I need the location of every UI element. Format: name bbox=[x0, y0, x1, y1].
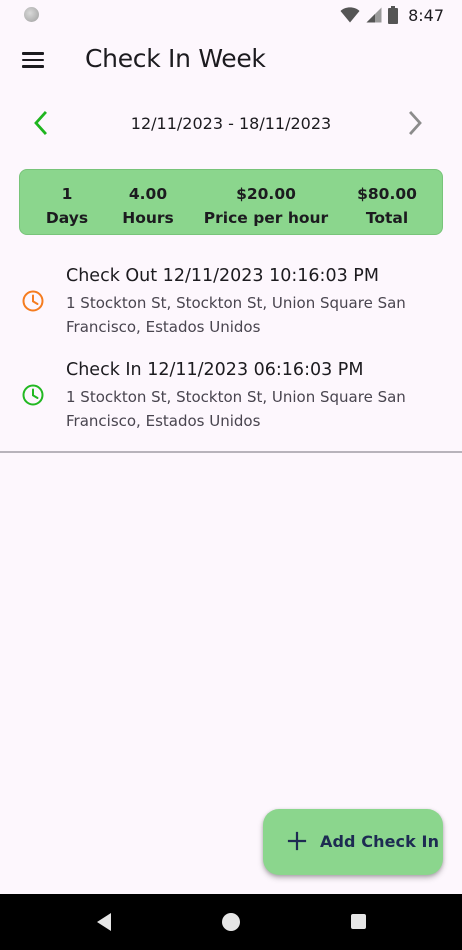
list-divider bbox=[0, 451, 462, 453]
battery-icon bbox=[388, 6, 399, 24]
system-navigation-bar bbox=[0, 894, 462, 950]
hours-stat: 4.00 Hours bbox=[122, 182, 174, 230]
price-value: $20.00 bbox=[236, 185, 296, 203]
week-navigation: 12/11/2023 - 18/11/2023 bbox=[0, 104, 462, 142]
status-bar: 8:47 bbox=[0, 0, 462, 30]
home-icon[interactable] bbox=[222, 913, 240, 931]
entry-title: Check In 12/11/2023 06:16:03 PM bbox=[66, 360, 364, 380]
hours-value: 4.00 bbox=[128, 185, 168, 203]
week-summary-card: 1 Days 4.00 Hours $20.00 Price per hour … bbox=[19, 169, 443, 235]
entry-title: Check Out 12/11/2023 10:16:03 PM bbox=[66, 266, 379, 286]
add-check-in-label: Add Check In bbox=[320, 832, 440, 851]
notification-dot-icon bbox=[24, 7, 39, 22]
plus-icon bbox=[287, 831, 307, 851]
total-value: $80.00 bbox=[357, 185, 417, 203]
app-bar: Check In Week bbox=[0, 30, 462, 92]
chevron-right-icon bbox=[409, 111, 422, 135]
menu-icon[interactable] bbox=[22, 51, 44, 69]
check-out-entry[interactable]: Check Out 12/11/2023 10:16:03 PM 1 Stock… bbox=[0, 262, 462, 352]
back-icon[interactable] bbox=[95, 912, 113, 932]
price-label: Price per hour bbox=[203, 209, 329, 227]
add-check-in-button[interactable]: Add Check In bbox=[263, 809, 443, 875]
page-title: Check In Week bbox=[85, 44, 266, 73]
wifi-icon bbox=[340, 7, 360, 23]
status-time: 8:47 bbox=[408, 5, 444, 25]
screen: 8:47 Check In Week 12/11/2023 - 18/11/20… bbox=[0, 0, 462, 950]
week-range-label: 12/11/2023 - 18/11/2023 bbox=[130, 114, 332, 133]
check-in-entry[interactable]: Check In 12/11/2023 06:16:03 PM 1 Stockt… bbox=[0, 356, 462, 446]
next-week-button[interactable] bbox=[400, 108, 430, 138]
total-label: Total bbox=[365, 209, 409, 227]
days-stat: 1 Days bbox=[46, 182, 88, 230]
clock-icon bbox=[22, 290, 44, 312]
days-label: Days bbox=[45, 209, 89, 227]
hours-label: Hours bbox=[122, 209, 174, 227]
recents-icon[interactable] bbox=[351, 914, 366, 929]
total-stat: $80.00 Total bbox=[357, 182, 417, 230]
days-value: 1 bbox=[61, 185, 73, 203]
price-per-hour-stat: $20.00 Price per hour bbox=[204, 182, 328, 230]
entry-address: 1 Stockton St, Stockton St, Union Square… bbox=[66, 294, 406, 336]
entry-address: 1 Stockton St, Stockton St, Union Square… bbox=[66, 388, 406, 430]
status-icons: 8:47 bbox=[340, 5, 444, 25]
cell-signal-icon bbox=[366, 7, 382, 23]
clock-icon bbox=[22, 384, 44, 406]
